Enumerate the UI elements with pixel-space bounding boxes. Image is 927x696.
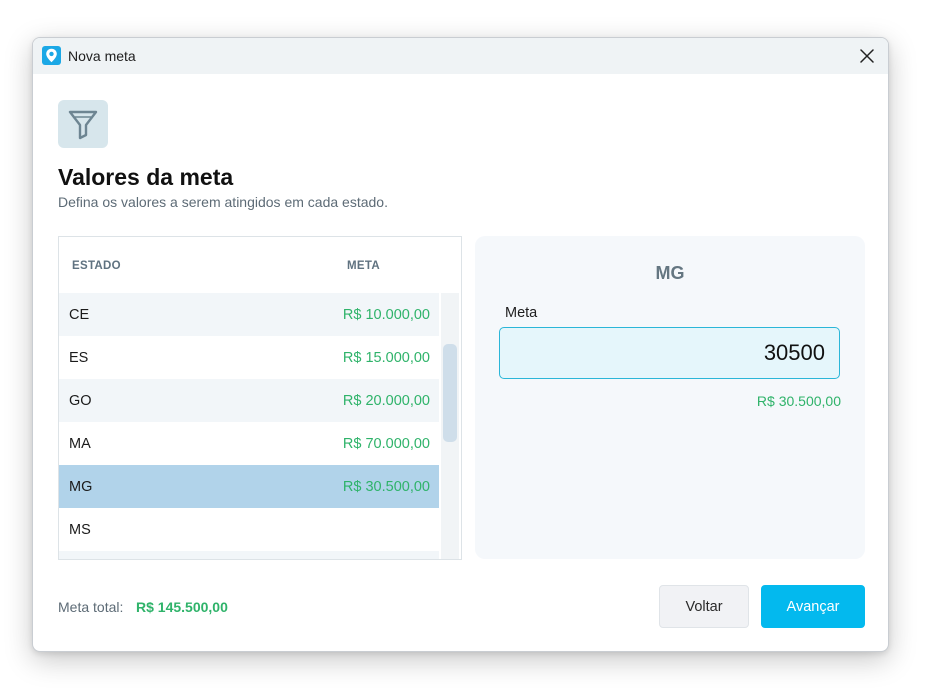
row-state: MG (69, 478, 93, 495)
table-row[interactable]: MA R$ 70.000,00 (59, 422, 439, 465)
total-value: R$ 145.500,00 (136, 599, 228, 615)
row-goal: R$ 10.000,00 (342, 306, 430, 323)
row-state: MS (69, 521, 91, 538)
next-button[interactable]: Avançar (761, 585, 865, 628)
table-row[interactable] (59, 551, 439, 559)
row-state: GO (69, 392, 92, 409)
meta-label: Meta (505, 305, 538, 321)
column-header-goal: META (347, 260, 380, 272)
total-label: Meta total: (58, 599, 124, 615)
row-goal: R$ 15.000,00 (342, 349, 430, 366)
close-icon (860, 49, 874, 63)
scrollbar-thumb[interactable] (443, 344, 457, 442)
meta-formatted-value: R$ 30.500,00 (756, 393, 841, 409)
selected-state-title: MG (655, 263, 685, 283)
column-header-state: ESTADO (72, 260, 121, 272)
states-table: ESTADO META CE R$ 10.000,00 ES R$ 15.000… (58, 236, 462, 560)
title-bar: Nova meta (33, 38, 888, 74)
table-row[interactable]: MS (59, 508, 439, 551)
row-goal: R$ 30.500,00 (342, 478, 430, 495)
map-pin-icon (42, 46, 61, 65)
close-button[interactable] (854, 43, 880, 69)
table-row[interactable]: ES R$ 15.000,00 (59, 336, 439, 379)
row-state: MA (69, 435, 91, 452)
dialog-window: Nova meta Valores da meta Defina os valo… (32, 37, 889, 652)
page-title: Valores da meta (58, 164, 234, 190)
table-body: CE R$ 10.000,00 ES R$ 15.000,00 GO R$ 20… (59, 293, 439, 559)
table-row[interactable]: CE R$ 10.000,00 (59, 293, 439, 336)
funnel-icon (58, 100, 108, 148)
table-header: ESTADO META (59, 237, 461, 293)
row-state: CE (69, 306, 90, 323)
back-button[interactable]: Voltar (659, 585, 749, 628)
table-row[interactable]: GO R$ 20.000,00 (59, 379, 439, 422)
page-subtitle: Defina os valores a serem atingidos em c… (58, 194, 388, 210)
table-row-selected[interactable]: MG R$ 30.500,00 (59, 465, 439, 508)
row-goal: R$ 70.000,00 (342, 435, 430, 452)
state-detail-panel: MG Meta R$ 30.500,00 (475, 236, 865, 559)
row-state: ES (69, 349, 89, 366)
window-title: Nova meta (68, 48, 136, 64)
meta-input[interactable] (499, 327, 840, 379)
row-goal: R$ 20.000,00 (342, 392, 430, 409)
